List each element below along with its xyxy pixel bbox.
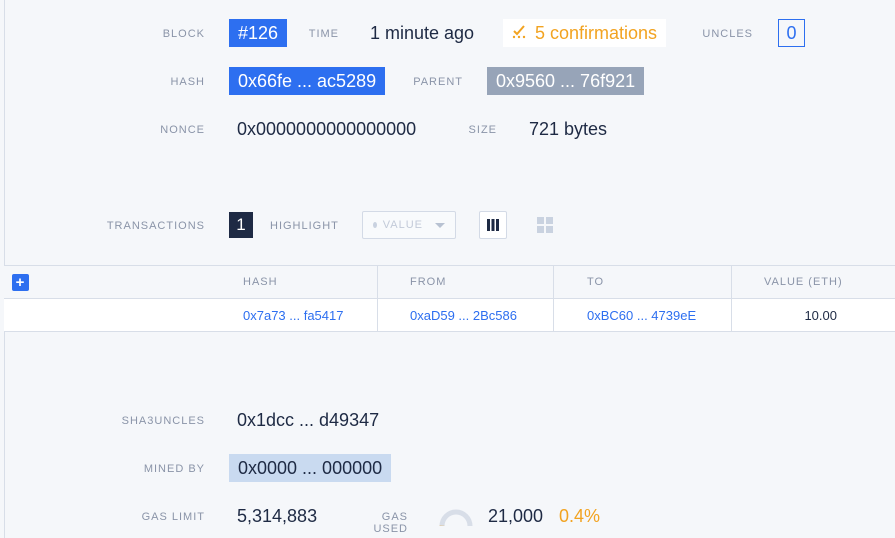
column-view-button[interactable] (479, 211, 507, 239)
highlight-select[interactable]: VALUE (362, 211, 456, 239)
nonce-value: 0x0000000000000000 (237, 119, 417, 139)
column-header-to[interactable]: TO (587, 266, 604, 298)
confirmations-badge: 5 confirmations (503, 19, 667, 47)
highlight-select-value: VALUE (382, 219, 423, 231)
grid-icon (537, 217, 553, 233)
size-label: SIZE (468, 124, 497, 136)
sha3uncles-value: 0x1dcc ... d49347 (237, 410, 380, 430)
tx-from-link[interactable]: 0xaD59 ... 2Bc586 (410, 299, 517, 331)
time-value: 1 minute ago (370, 23, 475, 43)
mined-by-label: MINED BY (143, 463, 205, 475)
block-number[interactable]: #126 (229, 19, 288, 47)
transactions-count: 1 (229, 212, 253, 238)
check-progress-icon (511, 19, 527, 47)
size-value: 721 bytes (529, 119, 608, 139)
gas-used-value: 21,000 (488, 506, 544, 526)
gas-used-percent: 0.4% (559, 506, 601, 526)
table-header: + HASH FROM TO VALUE (ETH) (4, 266, 895, 299)
uncles-label: UNCLES (702, 28, 753, 40)
parent-hash[interactable]: 0x9560 ... 76f921 (487, 67, 645, 95)
column-header-hash[interactable]: HASH (243, 266, 278, 298)
columns-icon (487, 219, 499, 231)
miner-address[interactable]: 0x0000 ... 000000 (229, 454, 392, 482)
time-label: TIME (308, 28, 339, 40)
add-column-button[interactable]: + (12, 274, 29, 291)
gas-limit-value: 5,314,883 (237, 506, 318, 526)
confirmations-text: 5 confirmations (535, 23, 658, 43)
transactions-label: TRANSACTIONS (106, 220, 205, 232)
table-row[interactable]: 0x7a73 ... fa5417 0xaD59 ... 2Bc586 0xBC… (4, 299, 895, 331)
parent-label: PARENT (413, 76, 463, 88)
gas-used-label: GAS USED (373, 511, 408, 535)
gas-gauge-icon (439, 509, 473, 527)
chevron-down-icon (435, 222, 445, 228)
hash-value[interactable]: 0x66fe ... ac5289 (229, 67, 386, 95)
grid-view-button[interactable] (531, 211, 559, 239)
tx-hash-link[interactable]: 0x7a73 ... fa5417 (243, 299, 343, 331)
tx-value: 10.00 (804, 307, 837, 323)
tx-to-link[interactable]: 0xBC60 ... 4739eE (587, 299, 696, 331)
nonce-label: NONCE (160, 124, 205, 136)
column-header-from[interactable]: FROM (410, 266, 446, 298)
hash-label: HASH (170, 76, 205, 88)
color-dot-icon (373, 222, 377, 228)
transactions-table: + HASH FROM TO VALUE (ETH) 0x7a73 ... fa… (4, 265, 895, 332)
gas-limit-label: GAS LIMIT (141, 511, 205, 523)
sha3uncles-label: SHA3UNCLES (121, 415, 205, 427)
uncles-count[interactable]: 0 (778, 19, 805, 47)
highlight-label: HIGHLIGHT (270, 220, 339, 232)
column-header-value[interactable]: VALUE (ETH) (764, 266, 843, 298)
block-label: BLOCK (162, 28, 205, 40)
